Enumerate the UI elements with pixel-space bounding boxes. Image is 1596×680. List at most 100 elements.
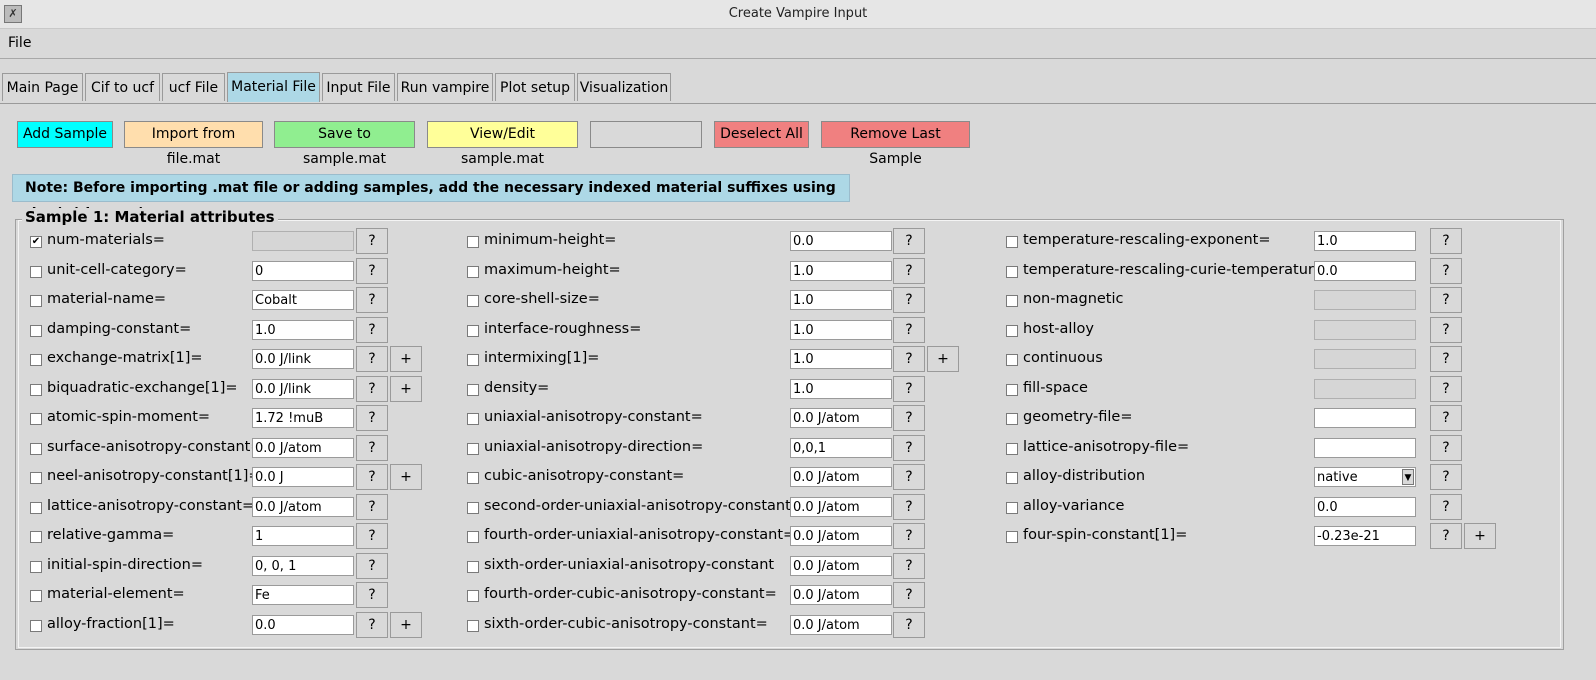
minimum-height-help-button[interactable]: ? — [893, 228, 925, 254]
atomic-spin-moment-checkbox[interactable] — [30, 413, 42, 425]
second-order-uniaxial-anisotropy-constant-help-button[interactable]: ? — [893, 494, 925, 520]
exchange-matrix-1-help-button[interactable]: ? — [356, 346, 388, 372]
damping-constant-help-button[interactable]: ? — [356, 317, 388, 343]
interface-roughness-checkbox[interactable] — [467, 325, 479, 337]
initial-spin-direction-checkbox[interactable] — [30, 561, 42, 573]
remove-last-sample-button[interactable]: Remove Last Sample — [821, 121, 970, 167]
material-name-field[interactable]: Cobalt — [252, 290, 354, 310]
alloy-fraction-1-checkbox[interactable] — [30, 620, 42, 632]
alloy-distribution-checkbox[interactable] — [1006, 472, 1018, 484]
exchange-matrix-1-checkbox[interactable] — [30, 354, 42, 366]
temperature-rescaling-exponent-field[interactable]: 1.0 — [1314, 231, 1416, 251]
maximum-height-checkbox[interactable] — [467, 266, 479, 278]
deselect-all-button[interactable]: Deselect All — [714, 121, 809, 148]
atomic-spin-moment-help-button[interactable]: ? — [356, 405, 388, 431]
view-edit-sample-button[interactable]: View/Edit sample.mat — [427, 121, 578, 167]
tab-material-file[interactable]: Material File — [227, 72, 320, 102]
intermixing-1-field[interactable]: 1.0 — [790, 349, 892, 369]
lattice-anisotropy-file-field[interactable] — [1314, 438, 1416, 458]
neel-anisotropy-constant-1-field[interactable]: 0.0 J — [252, 467, 354, 487]
temperature-rescaling-exponent-checkbox[interactable] — [1006, 236, 1018, 248]
biquadratic-exchange-1-checkbox[interactable] — [30, 384, 42, 396]
tab-run-vampire[interactable]: Run vampire — [397, 73, 493, 101]
neel-anisotropy-constant-1-help-button[interactable]: ? — [356, 464, 388, 490]
geometry-file-checkbox[interactable] — [1006, 413, 1018, 425]
core-shell-size-field[interactable]: 1.0 — [790, 290, 892, 310]
biquadratic-exchange-1-help-button[interactable]: ? — [356, 376, 388, 402]
continuous-checkbox[interactable] — [1006, 354, 1018, 366]
four-spin-constant-1-checkbox[interactable] — [1006, 531, 1018, 543]
intermixing-1-help-button[interactable]: ? — [893, 346, 925, 372]
tab-visualization[interactable]: Visualization — [577, 73, 671, 101]
tab-input-file[interactable]: Input File — [322, 73, 395, 101]
surface-anisotropy-constant-help-button[interactable]: ? — [356, 435, 388, 461]
exchange-matrix-1-field[interactable]: 0.0 J/link — [252, 349, 354, 369]
uniaxial-anisotropy-direction-checkbox[interactable] — [467, 443, 479, 455]
alloy-variance-help-button[interactable]: ? — [1430, 494, 1462, 520]
save-sample-button[interactable]: Save to sample.mat — [274, 121, 415, 167]
fill-space-checkbox[interactable] — [1006, 384, 1018, 396]
cubic-anisotropy-constant-field[interactable]: 0.0 J/atom — [790, 467, 892, 487]
second-order-uniaxial-anisotropy-constant-checkbox[interactable] — [467, 502, 479, 514]
uniaxial-anisotropy-constant-field[interactable]: 0.0 J/atom — [790, 408, 892, 428]
sixth-order-cubic-anisotropy-constant-field[interactable]: 0.0 J/atom — [790, 615, 892, 635]
temperature-rescaling-curie-temperature-checkbox[interactable] — [1006, 266, 1018, 278]
alloy-variance-checkbox[interactable] — [1006, 502, 1018, 514]
uniaxial-anisotropy-direction-field[interactable]: 0,0,1 — [790, 438, 892, 458]
density-checkbox[interactable] — [467, 384, 479, 396]
damping-constant-field[interactable]: 1.0 — [252, 320, 354, 340]
host-alloy-checkbox[interactable] — [1006, 325, 1018, 337]
tab-cif-to-ucf[interactable]: Cif to ucf — [85, 73, 160, 101]
sixth-order-uniaxial-anisotropy-constant-help-button[interactable]: ? — [893, 553, 925, 579]
biquadratic-exchange-1-field[interactable]: 0.0 J/link — [252, 379, 354, 399]
relative-gamma-help-button[interactable]: ? — [356, 523, 388, 549]
alloy-fraction-1-add-index-button[interactable]: + — [390, 612, 422, 638]
alloy-fraction-1-field[interactable]: 0.0 — [252, 615, 354, 635]
lattice-anisotropy-constant-checkbox[interactable] — [30, 502, 42, 514]
sixth-order-uniaxial-anisotropy-constant-checkbox[interactable] — [467, 561, 479, 573]
tab-main-page[interactable]: Main Page — [2, 73, 83, 101]
lattice-anisotropy-file-checkbox[interactable] — [1006, 443, 1018, 455]
maximum-height-help-button[interactable]: ? — [893, 258, 925, 284]
interface-roughness-field[interactable]: 1.0 — [790, 320, 892, 340]
core-shell-size-help-button[interactable]: ? — [893, 287, 925, 313]
fourth-order-uniaxial-anisotropy-constant-help-button[interactable]: ? — [893, 523, 925, 549]
fourth-order-cubic-anisotropy-constant-checkbox[interactable] — [467, 590, 479, 602]
relative-gamma-field[interactable]: 1 — [252, 526, 354, 546]
initial-spin-direction-help-button[interactable]: ? — [356, 553, 388, 579]
exchange-matrix-1-add-index-button[interactable]: + — [390, 346, 422, 372]
material-element-field[interactable]: Fe — [252, 585, 354, 605]
surface-anisotropy-constant-field[interactable]: 0.0 J/atom — [252, 438, 354, 458]
alloy-fraction-1-help-button[interactable]: ? — [356, 612, 388, 638]
relative-gamma-checkbox[interactable] — [30, 531, 42, 543]
chevron-down-icon[interactable]: ▼ — [1402, 469, 1414, 485]
intermixing-1-checkbox[interactable] — [467, 354, 479, 366]
temperature-rescaling-curie-temperature-help-button[interactable]: ? — [1430, 258, 1462, 284]
interface-roughness-help-button[interactable]: ? — [893, 317, 925, 343]
second-order-uniaxial-anisotropy-constant-field[interactable]: 0.0 J/atom — [790, 497, 892, 517]
unit-cell-category-field[interactable]: 0 — [252, 261, 354, 281]
non-magnetic-checkbox[interactable] — [1006, 295, 1018, 307]
material-element-checkbox[interactable] — [30, 590, 42, 602]
uniaxial-anisotropy-constant-checkbox[interactable] — [467, 413, 479, 425]
unit-cell-category-checkbox[interactable] — [30, 266, 42, 278]
num-materials-help-button[interactable]: ? — [356, 228, 388, 254]
tab-ucf-file[interactable]: ucf File — [162, 73, 225, 101]
neel-anisotropy-constant-1-checkbox[interactable] — [30, 472, 42, 484]
menu-file[interactable]: File — [8, 35, 31, 51]
material-name-checkbox[interactable] — [30, 295, 42, 307]
maximum-height-field[interactable]: 1.0 — [790, 261, 892, 281]
cubic-anisotropy-constant-checkbox[interactable] — [467, 472, 479, 484]
minimum-height-field[interactable]: 0.0 — [790, 231, 892, 251]
tab-plot-setup[interactable]: Plot setup — [495, 73, 575, 101]
biquadratic-exchange-1-add-index-button[interactable]: + — [390, 376, 422, 402]
non-magnetic-help-button[interactable]: ? — [1430, 287, 1462, 313]
fourth-order-cubic-anisotropy-constant-help-button[interactable]: ? — [893, 582, 925, 608]
damping-constant-checkbox[interactable] — [30, 325, 42, 337]
lattice-anisotropy-constant-help-button[interactable]: ? — [356, 494, 388, 520]
material-name-help-button[interactable]: ? — [356, 287, 388, 313]
unit-cell-category-help-button[interactable]: ? — [356, 258, 388, 284]
uniaxial-anisotropy-direction-help-button[interactable]: ? — [893, 435, 925, 461]
temperature-rescaling-curie-temperature-field[interactable]: 0.0 — [1314, 261, 1416, 281]
continuous-help-button[interactable]: ? — [1430, 346, 1462, 372]
